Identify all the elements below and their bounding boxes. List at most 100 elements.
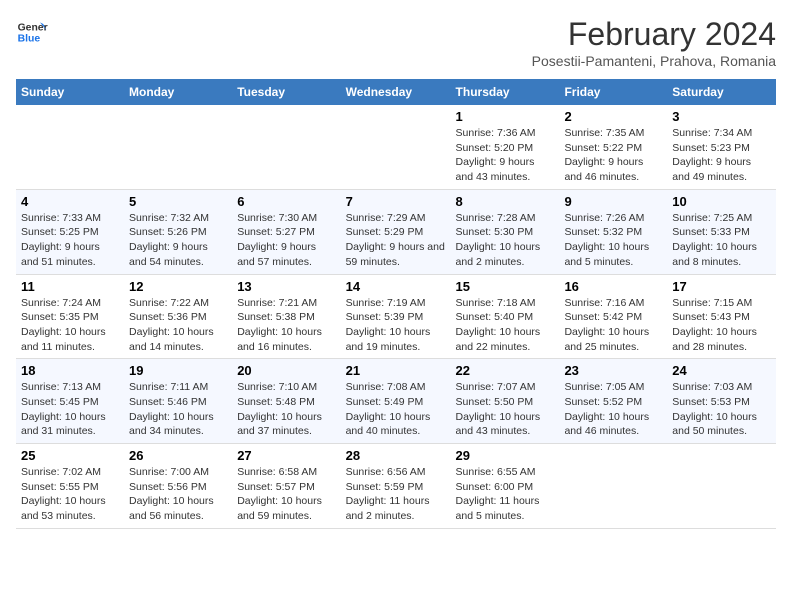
day-info: Sunrise: 6:55 AM Sunset: 6:00 PM Dayligh… (456, 465, 555, 524)
cell-w1-d2 (232, 105, 340, 189)
day-number: 17 (672, 279, 771, 294)
day-number: 20 (237, 363, 335, 378)
day-info: Sunrise: 7:19 AM Sunset: 5:39 PM Dayligh… (346, 296, 446, 355)
day-info: Sunrise: 7:33 AM Sunset: 5:25 PM Dayligh… (21, 211, 119, 270)
day-info: Sunrise: 7:15 AM Sunset: 5:43 PM Dayligh… (672, 296, 771, 355)
day-info: Sunrise: 7:07 AM Sunset: 5:50 PM Dayligh… (456, 380, 555, 439)
day-number: 4 (21, 194, 119, 209)
week-row-4: 18 Sunrise: 7:13 AM Sunset: 5:45 PM Dayli… (16, 359, 776, 444)
day-number: 28 (346, 448, 446, 463)
day-info: Sunrise: 7:30 AM Sunset: 5:27 PM Dayligh… (237, 211, 335, 270)
day-info: Sunrise: 7:24 AM Sunset: 5:35 PM Dayligh… (21, 296, 119, 355)
cell-w3-d2: 13Sunrise: 7:21 AM Sunset: 5:38 PM Dayli… (232, 274, 340, 359)
header-wednesday: Wednesday (341, 79, 451, 105)
day-number: 10 (672, 194, 771, 209)
day-info: Sunrise: 7:29 AM Sunset: 5:29 PM Dayligh… (346, 211, 446, 270)
header-monday: Monday (124, 79, 232, 105)
day-info: Sunrise: 7:32 AM Sunset: 5:26 PM Dayligh… (129, 211, 227, 270)
day-number: 24 (672, 363, 771, 378)
cell-w2-d6: 10Sunrise: 7:25 AM Sunset: 5:33 PM Dayli… (667, 189, 776, 274)
day-info: Sunrise: 7:00 AM Sunset: 5:56 PM Dayligh… (129, 465, 227, 524)
day-info: Sunrise: 6:58 AM Sunset: 5:57 PM Dayligh… (237, 465, 335, 524)
day-number: 22 (456, 363, 555, 378)
cell-w1-d1 (124, 105, 232, 189)
day-info: Sunrise: 7:21 AM Sunset: 5:38 PM Dayligh… (237, 296, 335, 355)
day-number: 3 (672, 109, 771, 124)
cell-w3-d3: 14 Sunrise: 7:19 AM Sunset: 5:39 PM Dayli… (341, 274, 451, 359)
week-row-5: 25 Sunrise: 7:02 AM Sunset: 5:55 PM Dayli… (16, 444, 776, 529)
day-info: Sunrise: 7:35 AM Sunset: 5:22 PM Dayligh… (564, 126, 662, 185)
logo: General Blue (16, 16, 48, 48)
cell-w3-d6: 17 Sunrise: 7:15 AM Sunset: 5:43 PM Dayli… (667, 274, 776, 359)
day-info: Sunrise: 7:26 AM Sunset: 5:32 PM Dayligh… (564, 211, 662, 270)
cell-w4-d6: 24Sunrise: 7:03 AM Sunset: 5:53 PM Dayli… (667, 359, 776, 444)
day-number: 6 (237, 194, 335, 209)
week-row-3: 11 Sunrise: 7:24 AM Sunset: 5:35 PM Dayli… (16, 274, 776, 359)
cell-w5-d1: 26Sunrise: 7:00 AM Sunset: 5:56 PM Dayli… (124, 444, 232, 529)
header-row: SundayMondayTuesdayWednesdayThursdayFrid… (16, 79, 776, 105)
day-info: Sunrise: 7:08 AM Sunset: 5:49 PM Dayligh… (346, 380, 446, 439)
cell-w5-d5 (559, 444, 667, 529)
header-tuesday: Tuesday (232, 79, 340, 105)
day-number: 19 (129, 363, 227, 378)
day-info: Sunrise: 7:36 AM Sunset: 5:20 PM Dayligh… (456, 126, 555, 185)
day-number: 2 (564, 109, 662, 124)
day-info: Sunrise: 7:02 AM Sunset: 5:55 PM Dayligh… (21, 465, 119, 524)
calendar-table: SundayMondayTuesdayWednesdayThursdayFrid… (16, 79, 776, 529)
day-number: 5 (129, 194, 227, 209)
day-number: 14 (346, 279, 446, 294)
day-number: 15 (456, 279, 555, 294)
header-saturday: Saturday (667, 79, 776, 105)
header-sunday: Sunday (16, 79, 124, 105)
day-number: 7 (346, 194, 446, 209)
day-number: 25 (21, 448, 119, 463)
day-info: Sunrise: 7:11 AM Sunset: 5:46 PM Dayligh… (129, 380, 227, 439)
cell-w2-d1: 5 Sunrise: 7:32 AM Sunset: 5:26 PM Daylig… (124, 189, 232, 274)
day-number: 16 (564, 279, 662, 294)
day-number: 11 (21, 279, 119, 294)
header: General Blue February 2024 Posestii-Pama… (16, 16, 776, 69)
cell-w1-d0 (16, 105, 124, 189)
cell-w2-d0: 4 Sunrise: 7:33 AM Sunset: 5:25 PM Daylig… (16, 189, 124, 274)
cell-w1-d3 (341, 105, 451, 189)
day-number: 9 (564, 194, 662, 209)
day-info: Sunrise: 7:34 AM Sunset: 5:23 PM Dayligh… (672, 126, 771, 185)
cell-w4-d5: 23Sunrise: 7:05 AM Sunset: 5:52 PM Dayli… (559, 359, 667, 444)
day-number: 29 (456, 448, 555, 463)
day-info: Sunrise: 7:13 AM Sunset: 5:45 PM Dayligh… (21, 380, 119, 439)
day-number: 21 (346, 363, 446, 378)
day-info: Sunrise: 7:18 AM Sunset: 5:40 PM Dayligh… (456, 296, 555, 355)
day-info: Sunrise: 7:16 AM Sunset: 5:42 PM Dayligh… (564, 296, 662, 355)
cell-w5-d2: 27 Sunrise: 6:58 AM Sunset: 5:57 PM Dayli… (232, 444, 340, 529)
header-friday: Friday (559, 79, 667, 105)
day-info: Sunrise: 7:10 AM Sunset: 5:48 PM Dayligh… (237, 380, 335, 439)
cell-w2-d3: 7 Sunrise: 7:29 AM Sunset: 5:29 PM Daylig… (341, 189, 451, 274)
cell-w1-d6: 3 Sunrise: 7:34 AM Sunset: 5:23 PM Daylig… (667, 105, 776, 189)
day-number: 18 (21, 363, 119, 378)
cell-w4-d0: 18 Sunrise: 7:13 AM Sunset: 5:45 PM Dayli… (16, 359, 124, 444)
week-row-2: 4 Sunrise: 7:33 AM Sunset: 5:25 PM Daylig… (16, 189, 776, 274)
cell-w2-d2: 6 Sunrise: 7:30 AM Sunset: 5:27 PM Daylig… (232, 189, 340, 274)
day-number: 27 (237, 448, 335, 463)
cell-w5-d6 (667, 444, 776, 529)
day-info: Sunrise: 7:28 AM Sunset: 5:30 PM Dayligh… (456, 211, 555, 270)
cell-w4-d2: 20 Sunrise: 7:10 AM Sunset: 5:48 PM Dayli… (232, 359, 340, 444)
cell-w3-d1: 12Sunrise: 7:22 AM Sunset: 5:36 PM Dayli… (124, 274, 232, 359)
day-number: 1 (456, 109, 555, 124)
cell-w5-d0: 25 Sunrise: 7:02 AM Sunset: 5:55 PM Dayli… (16, 444, 124, 529)
day-number: 8 (456, 194, 555, 209)
cell-w4-d4: 22 Sunrise: 7:07 AM Sunset: 5:50 PM Dayli… (451, 359, 560, 444)
header-thursday: Thursday (451, 79, 560, 105)
cell-w2-d4: 8 Sunrise: 7:28 AM Sunset: 5:30 PM Daylig… (451, 189, 560, 274)
day-number: 12 (129, 279, 227, 294)
cell-w3-d5: 16 Sunrise: 7:16 AM Sunset: 5:42 PM Dayli… (559, 274, 667, 359)
week-row-1: 1 Sunrise: 7:36 AM Sunset: 5:20 PM Daylig… (16, 105, 776, 189)
cell-w1-d4: 1 Sunrise: 7:36 AM Sunset: 5:20 PM Daylig… (451, 105, 560, 189)
subtitle: Posestii-Pamanteni, Prahova, Romania (532, 53, 776, 69)
cell-w4-d1: 19 Sunrise: 7:11 AM Sunset: 5:46 PM Dayli… (124, 359, 232, 444)
logo-icon: General Blue (16, 16, 48, 48)
svg-text:Blue: Blue (18, 34, 41, 45)
cell-w2-d5: 9 Sunrise: 7:26 AM Sunset: 5:32 PM Daylig… (559, 189, 667, 274)
cell-w4-d3: 21 Sunrise: 7:08 AM Sunset: 5:49 PM Dayli… (341, 359, 451, 444)
cell-w5-d3: 28Sunrise: 6:56 AM Sunset: 5:59 PM Dayli… (341, 444, 451, 529)
